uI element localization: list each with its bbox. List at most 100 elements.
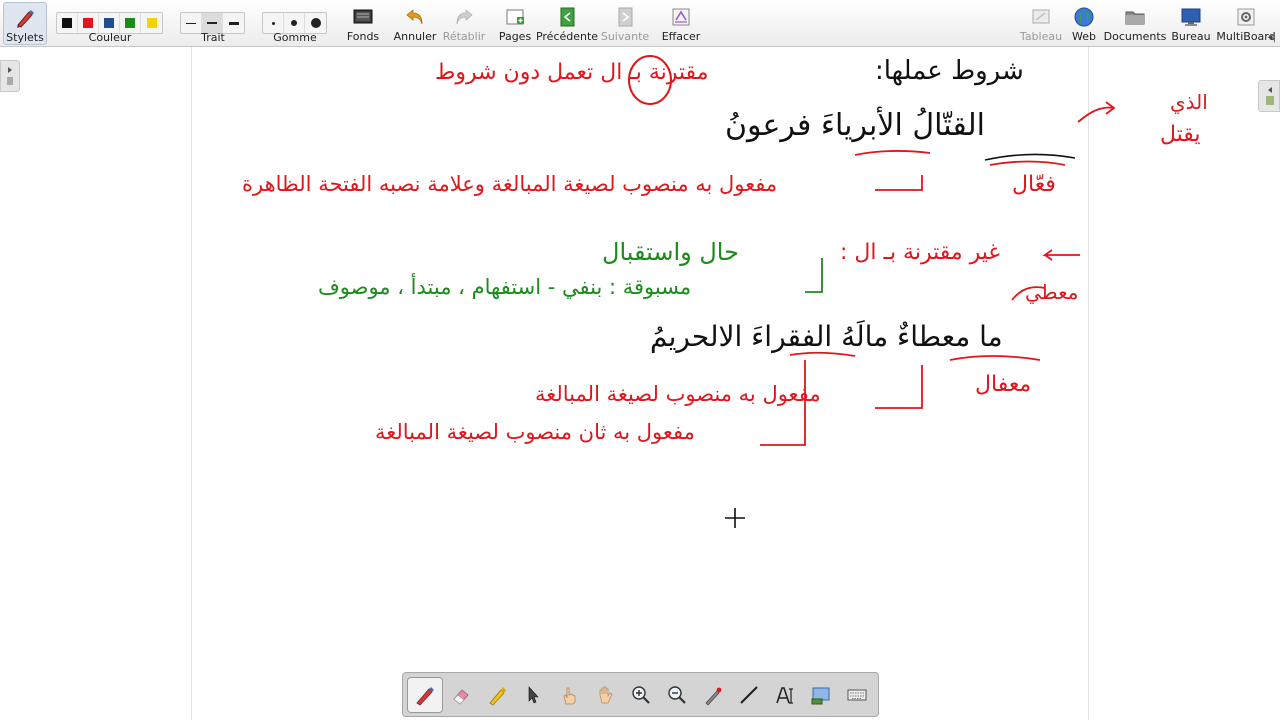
color-swatch-yellow[interactable] (141, 13, 162, 33)
eraser-large-option[interactable] (305, 13, 326, 33)
stroke-thick-option[interactable] (223, 13, 244, 33)
side-note-muti: معطي (1025, 280, 1079, 304)
pages-label: Pages (498, 30, 532, 43)
couleur-label: Couleur (88, 31, 132, 44)
settings-gear-icon (1237, 8, 1255, 26)
highlighter-tool-button[interactable] (479, 677, 515, 713)
folder-icon (1125, 11, 1145, 25)
redo-icon (456, 9, 473, 25)
stylets-label: Stylets (6, 31, 44, 44)
suivante-button[interactable]: Suivante (600, 0, 650, 46)
fonds-button[interactable]: Fonds (342, 0, 384, 46)
pen-icon (416, 686, 434, 706)
text-tool-button[interactable] (767, 677, 803, 713)
eraser-size-group: Gomme (262, 0, 328, 46)
expand-left-panel-icon (7, 67, 13, 85)
pointer-icon (528, 685, 539, 703)
stroke-medium-option[interactable] (202, 13, 223, 33)
bureau-label: Bureau (1171, 30, 1211, 43)
eraser-medium-option[interactable] (284, 13, 305, 33)
retablir-button[interactable]: Rétablir (442, 0, 486, 46)
clear-page-icon (672, 8, 690, 26)
line1-red-note: مقترنة بـ ال تعمل دون شروط (435, 60, 709, 85)
line4-hal-istiqbal: حال واستقبال (602, 238, 739, 266)
hand-pointer-icon (563, 687, 576, 704)
trait-label: Trait (201, 31, 225, 44)
left-panel-toggle[interactable] (0, 60, 20, 92)
line8-grammar-note: مفعول به ثان منصوب لصيغة المبالغة (375, 420, 695, 444)
side-note-yaqtul: يقتل (1160, 122, 1201, 147)
line5-preceded-by: مسبوقة : بنفي - استفهام ، مبتدأ ، موصوف (318, 275, 692, 299)
effacer-button[interactable]: Effacer (660, 0, 702, 46)
zoom-in-tool-button[interactable] (623, 677, 659, 713)
pen-tool-button[interactable] (407, 676, 443, 713)
color-swatch-red[interactable] (78, 13, 99, 33)
web-button[interactable]: Web (1068, 0, 1100, 46)
pan-tool-button[interactable] (587, 677, 623, 713)
undo-icon (406, 9, 423, 25)
text-tool-icon (776, 686, 793, 704)
keyboard-tool-button[interactable] (839, 677, 875, 713)
floating-tool-palette (402, 672, 879, 717)
line7-grammar-note: مفعول به منصوب لصيغة المبالغة (535, 382, 821, 406)
eraser-tool-button[interactable] (443, 677, 479, 713)
line-icon (740, 685, 758, 704)
annuler-button[interactable]: Annuler (394, 0, 436, 46)
line2-example: القتّالُ الأبرياءَ فرعونُ (725, 108, 985, 143)
laser-pointer-icon (705, 687, 722, 706)
annuler-label: Annuler (393, 30, 437, 43)
color-group: Couleur (56, 0, 164, 46)
effacer-label: Effacer (661, 30, 701, 43)
board-icon (1032, 9, 1050, 24)
line4-not-with-al: غير مقترنة بـ ال : (840, 240, 1000, 265)
documents-label: Documents (1103, 30, 1167, 43)
stroke-thin-option[interactable] (181, 13, 202, 33)
precedente-label: Précédente (535, 30, 599, 43)
documents-button[interactable]: Documents (1103, 0, 1167, 46)
color-swatch-blue[interactable] (99, 13, 120, 33)
precedente-button[interactable]: Précédente (536, 0, 598, 46)
tableau-button[interactable]: Tableau (1020, 0, 1062, 46)
color-swatch-green[interactable] (120, 13, 141, 33)
fonds-label: Fonds (346, 30, 380, 43)
line1-conditions: شروط عملها: (875, 56, 1024, 86)
keyboard-icon (847, 689, 867, 700)
main-toolbar: Stylets Couleur Trait Gomme Fonds Annule… (0, 0, 1280, 47)
side-note-alladhi: الذي (1170, 90, 1208, 114)
line-tool-button[interactable] (731, 677, 767, 713)
gomme-label: Gomme (273, 31, 317, 44)
crosshair-cursor-icon (725, 508, 745, 528)
highlighter-icon (489, 686, 506, 706)
stylets-button[interactable]: Stylets (3, 2, 47, 45)
capture-tool-button[interactable] (803, 677, 839, 713)
web-label: Web (1072, 30, 1096, 43)
interact-tool-button[interactable] (551, 677, 587, 713)
line6-example: ما معطاءٌ مالَهُ الفقراءَ الالحريمُ (650, 320, 1003, 353)
eraser-icon (453, 688, 469, 705)
desktop-icon (1181, 8, 1201, 26)
mifaal-label: معفال (975, 372, 1032, 397)
select-tool-button[interactable] (515, 677, 551, 713)
eraser-small-option[interactable] (263, 13, 284, 33)
pages-icon (506, 9, 524, 25)
tableau-label: Tableau (1019, 30, 1063, 43)
laser-tool-button[interactable] (695, 677, 731, 713)
suivante-label: Suivante (600, 30, 650, 43)
previous-page-icon (560, 7, 575, 27)
retablir-label: Rétablir (442, 30, 486, 43)
zoom-out-icon (668, 685, 686, 704)
pages-button[interactable]: Pages (496, 0, 534, 46)
faaal-label-1: فعّال (1012, 172, 1056, 197)
multiboard-button[interactable]: MultiBoard (1216, 0, 1276, 46)
zoom-out-tool-button[interactable] (659, 677, 695, 713)
screen-capture-icon (811, 687, 830, 704)
bureau-button[interactable]: Bureau (1170, 0, 1212, 46)
line3-grammar-note: مفعول به منصوب لصيغة المبالغة وعلامة نصب… (242, 172, 778, 196)
color-swatch-black[interactable] (57, 13, 78, 33)
stroke-group: Trait (180, 0, 246, 46)
background-icon (353, 9, 373, 24)
right-panel-toggle[interactable] (1258, 80, 1280, 112)
collapse-toolbar-icon[interactable]: ◂| (1268, 32, 1276, 43)
pen-tool-icon (17, 10, 34, 28)
expand-right-panel-icon (1266, 87, 1274, 105)
